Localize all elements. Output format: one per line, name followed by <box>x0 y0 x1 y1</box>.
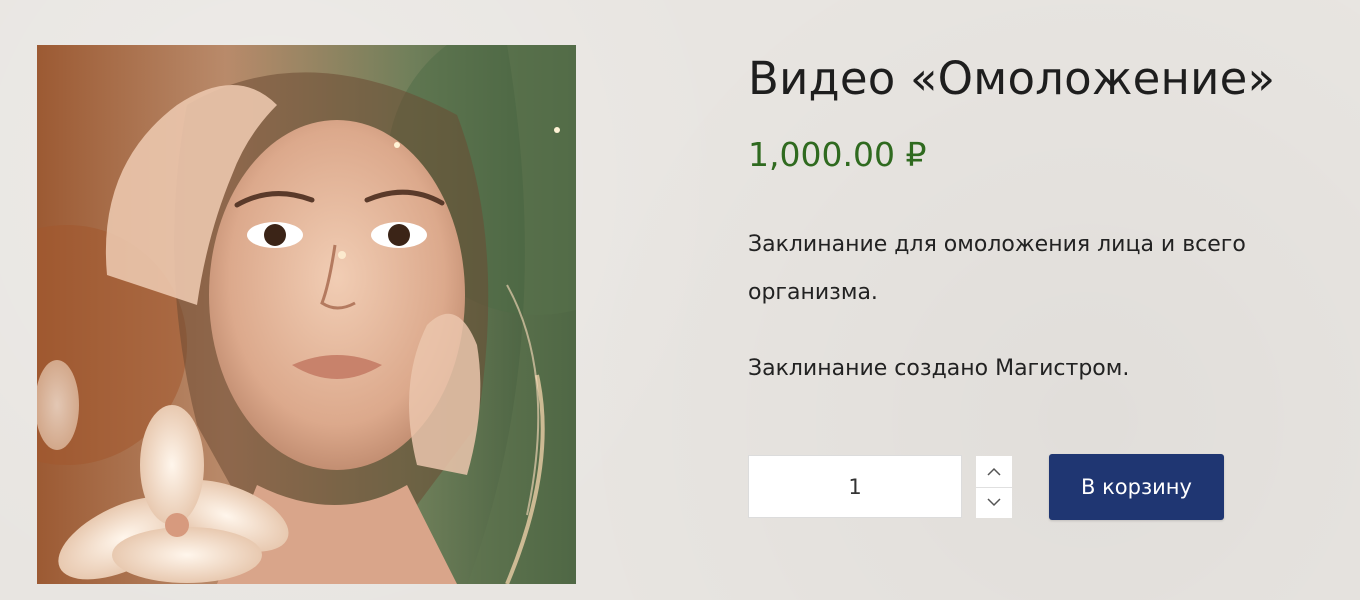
product-description: Заклинание для омоложения лица и всего о… <box>748 232 1246 305</box>
quantity-stepper <box>976 456 1012 518</box>
add-to-cart-button[interactable]: В корзину <box>1049 454 1224 520</box>
product-author-note: Заклинание создано Магистром. <box>748 356 1130 381</box>
chevron-up-icon <box>987 467 1001 476</box>
quantity-decrement-button[interactable] <box>976 487 1012 518</box>
product-title: Видео «Омоложение» <box>748 52 1276 105</box>
quantity-input[interactable]: 1 <box>748 455 962 518</box>
chevron-down-icon <box>987 498 1001 507</box>
quantity-increment-button[interactable] <box>976 456 1012 487</box>
product-price: 1,000.00 ₽ <box>748 135 927 174</box>
product-image[interactable] <box>37 45 576 584</box>
